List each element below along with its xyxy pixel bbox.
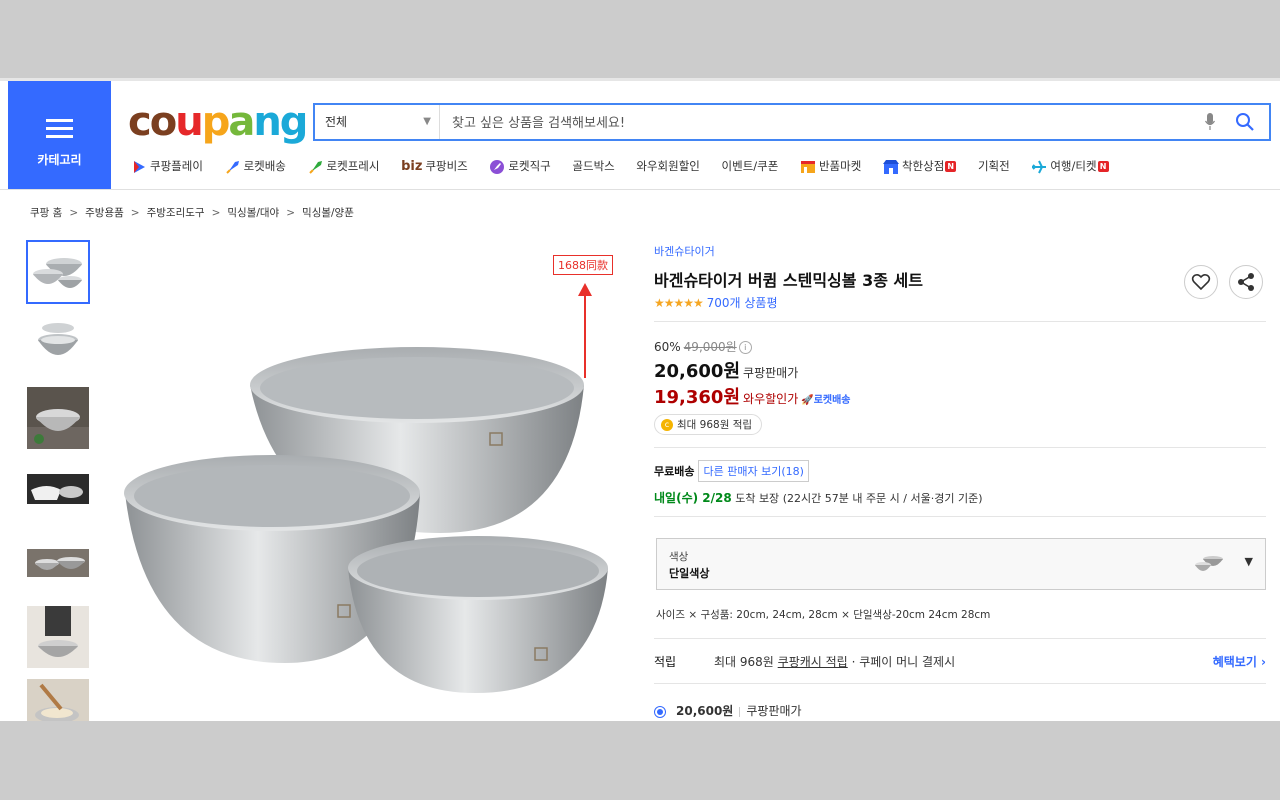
- search-scope-select[interactable]: 전체 ▼: [315, 105, 440, 139]
- airplane-icon: [1032, 160, 1047, 173]
- divider: [654, 447, 1266, 448]
- reward-badge: c 최대 968원 적립: [654, 414, 763, 435]
- quicknav-item-rocket-direct[interactable]: 로켓직구: [489, 158, 551, 175]
- hamburger-icon: [46, 119, 73, 139]
- option-thumbnail: [1195, 556, 1223, 571]
- rocket-delivery-badge: 🚀로켓배송: [801, 395, 851, 406]
- color-option-select[interactable]: 색상 단일색상 ▼: [656, 538, 1266, 590]
- product-info: 바겐슈타이거 바겐슈타이거 버큄 스텐믹싱볼 3종 세트 ★★★★★ 700개 …: [654, 243, 1266, 322]
- thumbnail-list: [26, 240, 94, 721]
- quicknav-item-coupang-play[interactable]: 쿠팡플레이: [131, 158, 203, 175]
- shipping-area: 무료배송 다른 판매자 보기(18) 내일(수) 2/28 도착 보장 (22시간…: [654, 460, 1266, 517]
- discount-row: 60% 49,000원 i: [654, 338, 1266, 355]
- main-product-image[interactable]: [110, 243, 630, 718]
- coupang-logo[interactable]: coupang: [128, 98, 308, 146]
- coin-icon: c: [661, 419, 673, 431]
- biz-text: biz: [401, 159, 423, 175]
- product-title: 바겐슈타이거 버큄 스텐믹싱볼 3종 세트: [654, 271, 923, 290]
- thumbnail-1[interactable]: [26, 240, 90, 304]
- divider: [654, 321, 1266, 322]
- breadcrumb: 쿠팡 홈 > 주방용품 > 주방조리도구 > 믹싱볼/대야 > 믹싱볼/양푼: [30, 207, 354, 219]
- quick-nav: 쿠팡플레이 로켓배송 로켓프레시 biz 쿠팡비즈 로켓직구 골드박스 와우회원할…: [131, 158, 1127, 178]
- quicknav-item-travel[interactable]: 여행/티켓 N: [1031, 158, 1109, 175]
- quicknav-item-return-market[interactable]: 반품마켓: [800, 158, 861, 175]
- global-rocket-icon: [490, 159, 505, 174]
- seller-radio[interactable]: [654, 705, 666, 718]
- heart-icon: [1191, 273, 1211, 291]
- image-source-tag: 1688同款: [553, 255, 613, 275]
- wishlist-button[interactable]: [1184, 265, 1218, 299]
- search-bar: 전체 ▼: [313, 103, 1271, 141]
- search-icon[interactable]: [1235, 112, 1255, 132]
- quicknav-item-event-coupon[interactable]: 이벤트/쿠폰: [722, 158, 779, 174]
- option-value: 단일색상: [669, 567, 710, 580]
- quicknav-item-wow-discount[interactable]: 와우회원할인: [636, 158, 699, 174]
- breadcrumb-link[interactable]: 믹싱볼/대야: [227, 207, 279, 219]
- thumbnail-6[interactable]: [26, 605, 90, 669]
- option-label: 색상: [669, 551, 689, 563]
- wow-price-row: 19,360원 와우할인가 🚀로켓배송: [654, 387, 851, 408]
- thumbnail-7[interactable]: [26, 678, 90, 721]
- quicknav-item-rocket-fresh[interactable]: 로켓프레시: [308, 158, 379, 175]
- category-menu-button[interactable]: 카테고리: [8, 81, 111, 189]
- rating-row[interactable]: ★★★★★ 700개 상품평: [654, 294, 1266, 311]
- info-icon[interactable]: i: [738, 341, 752, 354]
- new-badge: N: [1097, 161, 1109, 172]
- free-shipping-label: 무료배송: [654, 465, 695, 478]
- quicknav-item-good-store[interactable]: 착한상점 N: [882, 158, 957, 175]
- top-divider: [0, 78, 1280, 81]
- star-rating-icon: ★★★★★: [654, 296, 704, 310]
- breadcrumb-link[interactable]: 주방용품: [85, 207, 124, 219]
- sale-price-row: 20,600원 쿠팡판매가: [654, 361, 799, 382]
- quicknav-item-exhibition[interactable]: 기획전: [978, 158, 1010, 174]
- product-page: 카테고리 coupang 전체▼ 쿠팡플레이 로켓배송 로켓프레시 biz쿠팡비…: [0, 78, 1280, 721]
- arrival-info: 내일(수) 2/28 도착 보장 (22시간 57분 내 주문 시 / 서울·경…: [654, 491, 983, 505]
- return-market-icon: [800, 160, 815, 173]
- divider: [654, 638, 1266, 639]
- breadcrumb-link[interactable]: 믹싱볼/양푼: [302, 207, 354, 219]
- quicknav-item-biz[interactable]: biz 쿠팡비즈: [401, 158, 468, 174]
- divider: [654, 516, 1266, 517]
- rocket-icon: [225, 160, 239, 174]
- review-count[interactable]: 700개 상품평: [707, 296, 778, 310]
- price-area: 60% 49,000원 i 20,600원 쿠팡판매가 19,360원 와우할인가 🚀로켓…: [654, 338, 1266, 448]
- breadcrumb-link[interactable]: 쿠팡 홈: [30, 207, 62, 219]
- breadcrumb-link[interactable]: 주방조리도구: [147, 207, 205, 219]
- other-sellers-button[interactable]: 다른 판매자 보기(18): [698, 460, 809, 482]
- thumbnail-2[interactable]: [26, 313, 90, 377]
- quicknav-item-goldbox[interactable]: 골드박스: [572, 158, 614, 174]
- discount-rate: 60%: [654, 340, 681, 354]
- quicknav-item-rocket[interactable]: 로켓배송: [225, 158, 286, 175]
- fresh-rocket-icon: [308, 160, 322, 174]
- microphone-icon[interactable]: [1205, 113, 1215, 131]
- thumbnail-4[interactable]: [26, 459, 90, 523]
- size-composition: 사이즈 × 구성품: 20cm, 24cm, 28cm × 단일색상-20cm …: [656, 609, 991, 621]
- original-price: 49,000원: [683, 340, 737, 354]
- share-button[interactable]: [1229, 265, 1263, 299]
- chevron-down-icon: ▼: [1244, 555, 1253, 568]
- play-icon: [134, 160, 145, 173]
- reward-row: 적립 최대 968원 쿠팡캐시 적립 · 쿠페이 머니 결제시 혜택보기 ›: [654, 653, 1266, 670]
- brand-link[interactable]: 바겐슈타이거: [654, 243, 1266, 259]
- header-divider: [0, 189, 1280, 190]
- seller-option[interactable]: 20,600원 쿠팡판매가: [654, 702, 802, 719]
- coupang-cash-link[interactable]: 쿠팡캐시 적립: [778, 655, 848, 669]
- thumbnail-5[interactable]: [26, 532, 90, 596]
- good-store-icon: [882, 159, 899, 174]
- new-badge: N: [945, 161, 957, 172]
- chevron-down-icon: ▼: [423, 116, 431, 127]
- search-input[interactable]: [450, 109, 1194, 137]
- thumbnail-3[interactable]: [26, 386, 90, 450]
- divider: [654, 683, 1266, 684]
- category-label: 카테고리: [37, 153, 82, 167]
- benefit-view-link[interactable]: 혜택보기 ›: [1213, 653, 1266, 670]
- share-icon: [1238, 273, 1254, 291]
